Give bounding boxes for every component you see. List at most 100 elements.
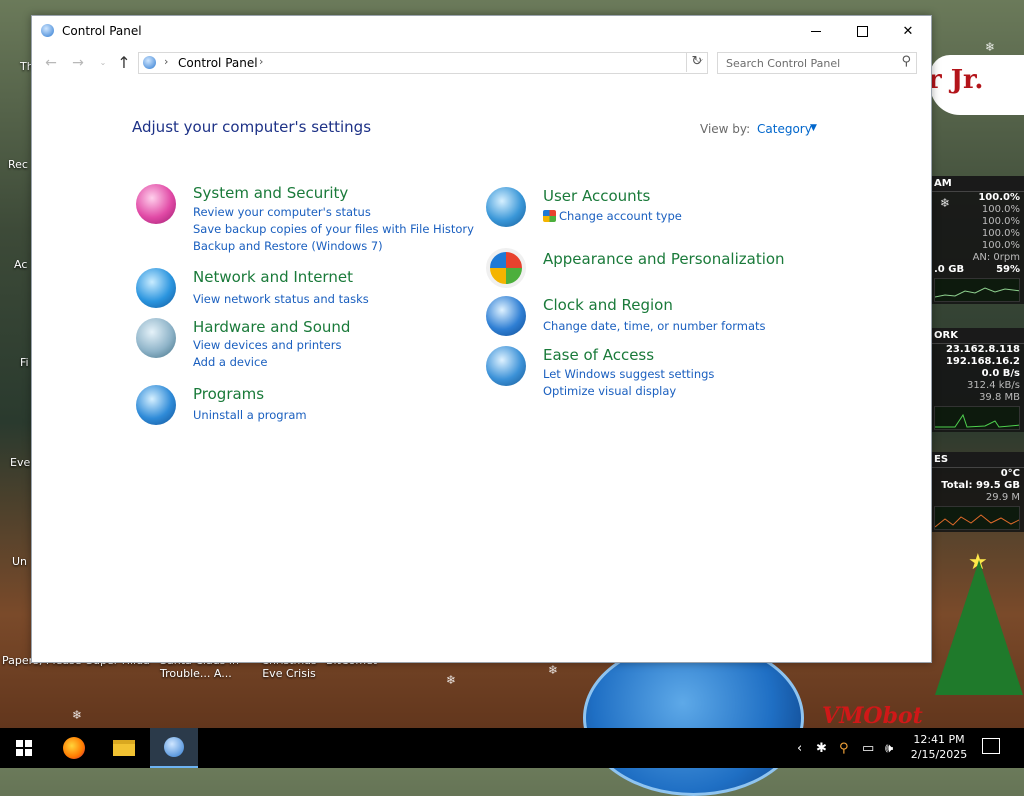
accessibility-icon[interactable] — [486, 346, 526, 386]
user-accounts-icon[interactable] — [486, 187, 526, 227]
widget-value: 23.162.8.118 — [945, 344, 1020, 355]
close-icon: ✕ — [902, 23, 914, 39]
navigation-bar: ← → ⌄ ↑ › Control Panel › ⌵ ↻ ⚲ — [32, 46, 931, 80]
taskbar-firefox[interactable] — [50, 728, 98, 768]
search-icon[interactable]: ⚲ — [901, 54, 911, 69]
widget-header: AM — [930, 176, 1024, 192]
desktop-icon-label[interactable]: Un — [12, 555, 27, 568]
widget-header: ORK — [930, 328, 1024, 344]
system-clock[interactable]: 12:41 PM 2/15/2025 — [905, 732, 973, 762]
title-bar[interactable]: Control Panel ✕ — [32, 16, 931, 46]
widget-value: 59% — [996, 264, 1020, 275]
clock-date: 2/15/2025 — [910, 748, 968, 761]
desktop-icon-label[interactable]: Eve — [10, 456, 30, 469]
minimize-button[interactable] — [793, 16, 839, 46]
network-icon[interactable]: ▭ — [862, 728, 874, 768]
category-link[interactable]: Change account type — [559, 209, 682, 223]
category-link[interactable]: Review your computer's status — [193, 205, 371, 219]
maximize-icon — [856, 25, 868, 37]
forward-button[interactable]: → — [69, 54, 87, 72]
system-security-icon[interactable] — [136, 184, 176, 224]
category-title[interactable]: Clock and Region — [543, 296, 673, 314]
widget-value: 0°C — [1000, 468, 1020, 479]
network-widget: ORK 23.162.8.118 192.168.16.2 0.0 B/s 31… — [930, 328, 1024, 432]
search-box[interactable]: ⚲ — [717, 52, 917, 74]
widget-value: Total: 99.5 GB — [941, 480, 1020, 491]
category-title[interactable]: User Accounts — [543, 187, 650, 205]
clock-globe-icon[interactable] — [486, 296, 526, 336]
widget-value: .0 GB — [934, 264, 965, 275]
taskbar-file-explorer[interactable] — [100, 728, 148, 768]
start-button[interactable] — [0, 728, 48, 768]
folder-icon — [113, 740, 135, 756]
main-content: Adjust your computer's settings View by:… — [32, 80, 931, 660]
printer-icon[interactable] — [136, 318, 176, 358]
control-panel-icon — [41, 24, 54, 37]
category-link[interactable]: Uninstall a program — [193, 408, 307, 422]
category-link[interactable]: Let Windows suggest settings — [543, 367, 714, 381]
widget-value: 100.0% — [981, 228, 1020, 239]
category-link[interactable]: Change date, time, or number formats — [543, 319, 766, 333]
page-title: Adjust your computer's settings — [132, 118, 372, 136]
watermark-logo: VMObot — [822, 703, 923, 729]
category-link[interactable]: View devices and printers — [193, 338, 341, 352]
appearance-icon[interactable] — [486, 248, 526, 288]
close-button[interactable]: ✕ — [885, 16, 931, 46]
windows-logo-icon — [16, 740, 32, 756]
christmas-tree-decoration — [935, 560, 1023, 695]
refresh-button[interactable]: ↻ — [686, 52, 707, 72]
category-title[interactable]: Programs — [193, 385, 264, 403]
category-title[interactable]: Appearance and Personalization — [543, 250, 785, 268]
notification-center-icon[interactable] — [982, 738, 1000, 754]
control-panel-icon — [164, 737, 184, 757]
category-title[interactable]: Ease of Access — [543, 346, 654, 364]
widget-value: 192.168.16.2 — [945, 356, 1020, 367]
widget-value: 29.9 M — [985, 492, 1020, 503]
tray-search-icon[interactable]: ⚲ — [839, 728, 849, 768]
banner-art: r Jr. — [928, 55, 1024, 115]
volume-icon[interactable]: 🕪 — [885, 728, 893, 768]
tray-chevron-icon[interactable]: ‹ — [797, 728, 802, 768]
minimize-icon — [811, 30, 821, 32]
search-input[interactable] — [724, 55, 888, 72]
category-link[interactable]: Optimize visual display — [543, 384, 676, 398]
chevron-right-icon[interactable]: › — [259, 55, 263, 68]
disk-graph — [934, 506, 1020, 530]
view-by-label: View by: — [700, 122, 751, 136]
category-link[interactable]: Backup and Restore (Windows 7) — [193, 239, 383, 253]
control-panel-window: Control Panel ✕ ← → ⌄ ↑ › Control Panel … — [31, 15, 932, 663]
recent-locations-button[interactable]: ⌄ — [94, 54, 112, 72]
network-graph — [934, 406, 1020, 430]
desktop-icon-label[interactable]: Fi — [20, 356, 29, 369]
control-panel-icon — [143, 56, 156, 69]
network-globe-icon[interactable] — [136, 268, 176, 308]
desktop-icon-label[interactable]: Ac — [14, 258, 27, 271]
breadcrumb[interactable]: Control Panel — [178, 56, 258, 70]
category-title[interactable]: Hardware and Sound — [193, 318, 350, 336]
category-title[interactable]: System and Security — [193, 184, 348, 202]
chevron-down-icon[interactable]: ▼ — [810, 123, 817, 133]
desktop-icon-label[interactable]: Rec — [8, 158, 28, 171]
window-title: Control Panel — [62, 24, 142, 38]
clock-time: 12:41 PM — [913, 733, 965, 746]
snowflake-icon: ❄ — [985, 40, 996, 54]
back-button[interactable]: ← — [42, 54, 60, 72]
widget-value: 312.4 kB/s — [966, 380, 1020, 391]
taskbar-control-panel[interactable] — [150, 728, 198, 768]
view-by-dropdown[interactable]: Category — [757, 122, 812, 136]
chevron-right-icon[interactable]: › — [164, 55, 168, 68]
up-button[interactable]: ↑ — [115, 54, 133, 72]
category-title[interactable]: Network and Internet — [193, 268, 353, 286]
programs-icon[interactable] — [136, 385, 176, 425]
widget-value: 39.8 MB — [979, 392, 1020, 403]
category-link[interactable]: Add a device — [193, 355, 267, 369]
snowflake-icon: ❄ — [548, 663, 559, 677]
category-link[interactable]: View network status and tasks — [193, 292, 369, 306]
uac-shield-icon — [543, 210, 556, 222]
ram-graph — [934, 278, 1020, 302]
widget-header: ES — [930, 452, 1024, 468]
address-bar[interactable]: › Control Panel › ⌵ — [138, 52, 708, 74]
tray-app-icon[interactable]: ✱ — [816, 728, 827, 768]
category-link[interactable]: Save backup copies of your files with Fi… — [193, 222, 474, 236]
maximize-button[interactable] — [839, 16, 885, 46]
